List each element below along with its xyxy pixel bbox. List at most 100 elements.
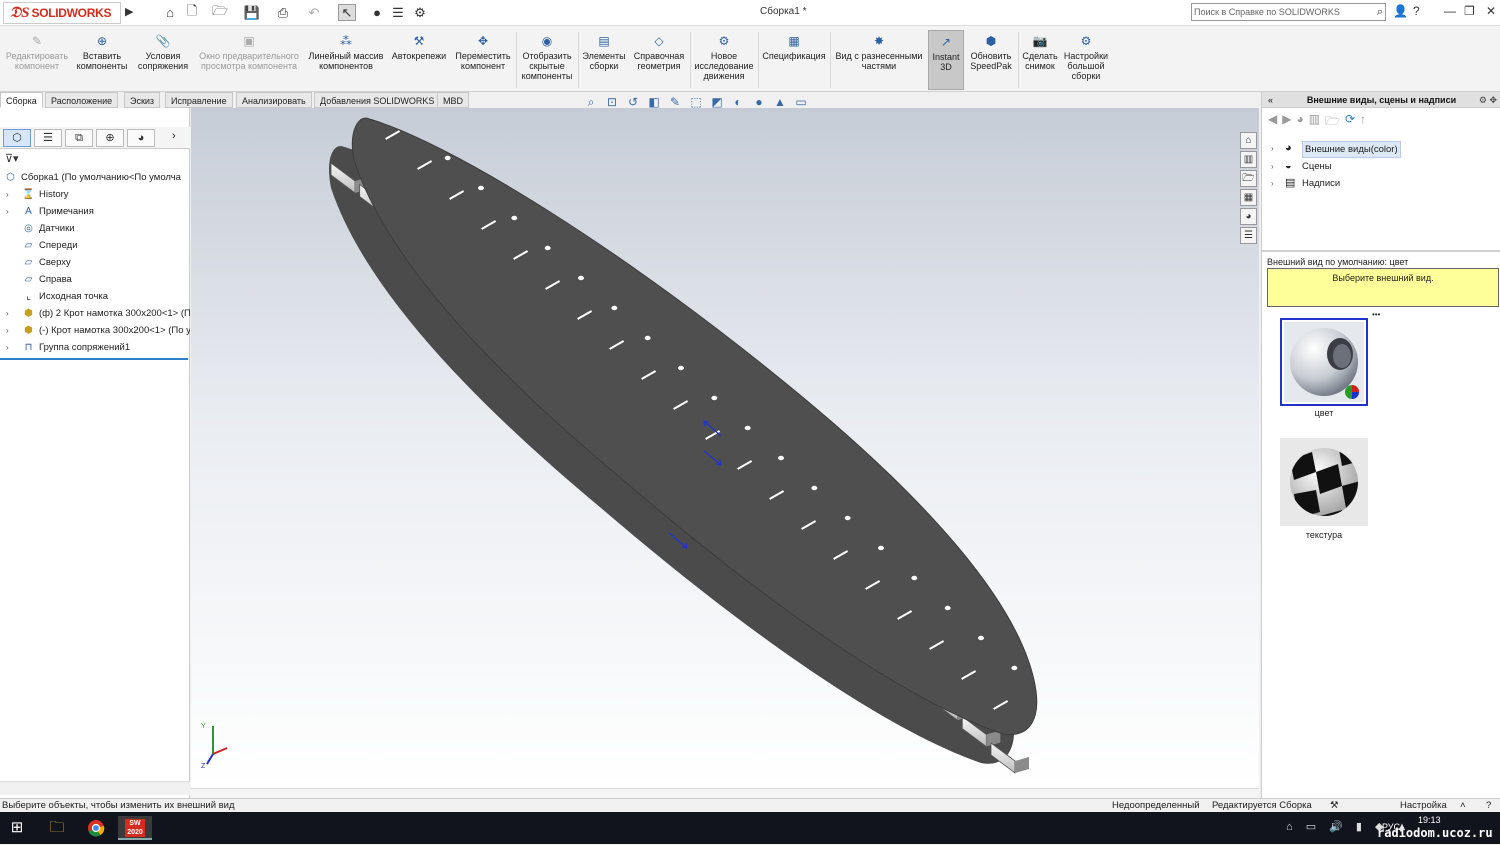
instant3d-button[interactable]: ↗ Instant 3D xyxy=(928,30,964,90)
feature-manager-tab-icon[interactable]: ⬡ xyxy=(3,129,31,147)
pin-icon[interactable]: ⚙ ✥ xyxy=(1479,92,1497,108)
chevron-up-icon[interactable]: ˄ xyxy=(1460,799,1466,813)
design-library-icon[interactable]: ▥ xyxy=(1240,151,1257,168)
tree-item-scenes[interactable]: › ◒ Сцены xyxy=(1262,158,1500,175)
linear-pattern-button[interactable]: ⁂ Линейный массив компонентов xyxy=(306,30,386,90)
exploded-view-button[interactable]: ✸ Вид с разнесенными частями xyxy=(832,30,926,90)
select-cursor-icon[interactable]: ↖ xyxy=(338,4,356,21)
view-palette-icon[interactable]: ▦ xyxy=(1240,189,1257,206)
tree-item-appearances[interactable]: › ◕ Внешние виды(color) xyxy=(1262,140,1500,158)
tab-analyze[interactable]: Анализировать xyxy=(236,92,312,108)
refresh-icon[interactable]: ⟳ xyxy=(1345,112,1355,130)
home-icon[interactable]: ⌂ xyxy=(162,4,178,21)
take-snapshot-button[interactable]: 📷 Сделать снимок xyxy=(1020,30,1060,90)
display-manager-tab-icon[interactable]: ◕ xyxy=(127,129,155,147)
expand-arrow-icon[interactable]: › xyxy=(6,186,9,203)
search-help-field[interactable]: Поиск в Справке по SOLIDWORKS ⌕ xyxy=(1191,3,1386,21)
search-input[interactable]: Поиск в Справке по SOLIDWORKS xyxy=(1194,7,1340,17)
file-explorer-icon[interactable]: 🗀 xyxy=(40,816,74,840)
windows-start-icon[interactable]: ⊞ xyxy=(0,816,34,840)
undo-icon[interactable]: ↶ xyxy=(306,4,322,21)
expand-arrow-icon[interactable]: › xyxy=(6,203,9,220)
back-icon[interactable]: ◀ xyxy=(1268,112,1277,130)
appearances-icon[interactable]: ◕ xyxy=(1240,208,1257,225)
assembly-features-button[interactable]: ▤ Элементы сборки xyxy=(580,30,628,90)
tree-root[interactable]: ⬡ Сборка1 (По умолчанию<По умолча xyxy=(0,169,190,186)
tree-item-sensors[interactable]: ◎ Датчики xyxy=(0,220,190,237)
traffic-light-icon[interactable]: ● xyxy=(370,4,384,21)
move-component-button[interactable]: ✥ Переместить компонент xyxy=(452,30,514,90)
tree-item-decals[interactable]: › ▤ Надписи xyxy=(1262,175,1500,192)
tree-item-origin[interactable]: ⌞ Исходная точка xyxy=(0,288,190,305)
dimxpert-tab-icon[interactable]: ⊕ xyxy=(96,129,124,147)
appearance-icon[interactable]: ◕ xyxy=(1296,112,1303,130)
component-preview-button[interactable]: ▣ Окно предварительного просмотра компоне… xyxy=(194,30,304,90)
expand-arrow-icon[interactable]: › xyxy=(6,322,9,339)
resize-grip-icon[interactable]: ••• xyxy=(1372,310,1380,319)
tab-assembly[interactable]: Сборка xyxy=(0,92,43,108)
expand-arrow-icon[interactable]: › xyxy=(1271,140,1274,157)
up-icon[interactable]: ↑ xyxy=(1360,112,1366,130)
tab-layout[interactable]: Расположение xyxy=(45,92,119,108)
save-icon[interactable]: 💾 xyxy=(244,4,260,21)
tree-item-right-plane[interactable]: ▱ Справа xyxy=(0,271,190,288)
expand-arrow-icon[interactable]: › xyxy=(6,305,9,322)
horizontal-scrollbar[interactable] xyxy=(0,781,190,795)
upper-blade[interactable] xyxy=(351,117,1038,736)
show-hidden-components-button[interactable]: ◉ Отобразить скрытые компоненты xyxy=(518,30,576,90)
help-icon[interactable]: ? xyxy=(1486,799,1491,813)
file-explorer-icon[interactable]: 🗁 xyxy=(1240,170,1257,187)
tab-addins[interactable]: Добавления SOLIDWORKS xyxy=(314,92,441,108)
new-document-icon[interactable]: 🗋 xyxy=(184,3,200,21)
print-icon[interactable]: ⎙ xyxy=(275,4,291,21)
solidworks-resources-icon[interactable]: ⌂ xyxy=(1240,132,1257,149)
chrome-icon[interactable] xyxy=(79,816,113,840)
reference-geometry-button[interactable]: ◇ Справочная геометрия xyxy=(630,30,688,90)
graphics-area[interactable]: ⎕⎕⎕✕ Y Z xyxy=(191,108,1259,788)
tab-evaluate[interactable]: Исправление xyxy=(165,92,233,108)
library-icon[interactable]: ▥ xyxy=(1309,112,1320,130)
bom-button[interactable]: ▦ Спецификация xyxy=(760,30,828,90)
tab-sketch[interactable]: Эскиз xyxy=(124,92,161,108)
viewport-scrollbar[interactable] xyxy=(191,788,1259,798)
property-manager-tab-icon[interactable]: ☰ xyxy=(34,129,62,147)
chevron-right-icon[interactable]: › xyxy=(172,130,176,142)
tree-item-mates[interactable]: › ⊓ Группа сопряжений1 xyxy=(0,339,190,356)
solidworks-logo[interactable]: 𝔇S SOLIDWORKS xyxy=(3,2,121,24)
mate-button[interactable]: 📎 Условия сопряжения xyxy=(134,30,192,90)
collapse-icon[interactable]: « xyxy=(1268,92,1273,108)
expand-arrow-icon[interactable]: › xyxy=(1271,158,1274,175)
tree-item-history[interactable]: › ⌛ History xyxy=(0,186,190,203)
tree-item-part-2[interactable]: › ⬢ (-) Крот намотка 300х200<1> (По у xyxy=(0,322,190,339)
tree-item-front-plane[interactable]: ▱ Спереди xyxy=(0,237,190,254)
insert-components-button[interactable]: ⊕ Вставить компоненты xyxy=(72,30,132,90)
texture-thumbnail[interactable] xyxy=(1280,438,1368,526)
file-properties-icon[interactable]: ☰ xyxy=(390,4,406,21)
edit-component-button[interactable]: ✎ Редактировать компонент xyxy=(4,30,70,90)
pane-splitter[interactable] xyxy=(1262,250,1500,252)
tree-item-top-plane[interactable]: ▱ Сверху xyxy=(0,254,190,271)
status-settings[interactable]: Настройка xyxy=(1400,799,1447,813)
new-motion-study-button[interactable]: ⚙ Новое исследование движения xyxy=(692,30,756,90)
custom-properties-icon[interactable]: ☰ xyxy=(1240,227,1257,244)
search-icon[interactable]: ⌕ xyxy=(1377,6,1383,19)
solidworks-taskbar-icon[interactable]: SW 2020 xyxy=(118,816,152,840)
restore-icon[interactable]: ❐ xyxy=(1464,4,1475,18)
open-folder-icon[interactable]: 🗁 xyxy=(212,3,228,21)
assembly-model[interactable] xyxy=(191,108,1259,788)
clock[interactable]: 19:13 xyxy=(1418,815,1441,826)
smart-fasteners-button[interactable]: ⚒ Автокрепежи xyxy=(388,30,450,90)
rebuild-icon[interactable]: ⚒ xyxy=(1330,799,1339,813)
menu-arrow-icon[interactable]: ▶ xyxy=(125,5,133,18)
forward-icon[interactable]: ▶ xyxy=(1282,112,1291,130)
filter-icon[interactable]: ⊽▾ xyxy=(5,152,185,168)
tree-item-annotations[interactable]: › A Примечания xyxy=(0,203,190,220)
tab-mbd[interactable]: MBD xyxy=(437,92,469,108)
help-icon[interactable]: ? xyxy=(1413,4,1420,18)
user-icon[interactable]: 👤 xyxy=(1393,4,1408,18)
configuration-manager-tab-icon[interactable]: ⧉ xyxy=(65,129,93,147)
color-thumbnail[interactable] xyxy=(1280,318,1368,406)
expand-arrow-icon[interactable]: › xyxy=(1271,175,1274,192)
update-speedpak-button[interactable]: ⬢ Обновить SpeedPak xyxy=(966,30,1016,90)
folder-icon[interactable]: 🗁 xyxy=(1325,112,1340,130)
